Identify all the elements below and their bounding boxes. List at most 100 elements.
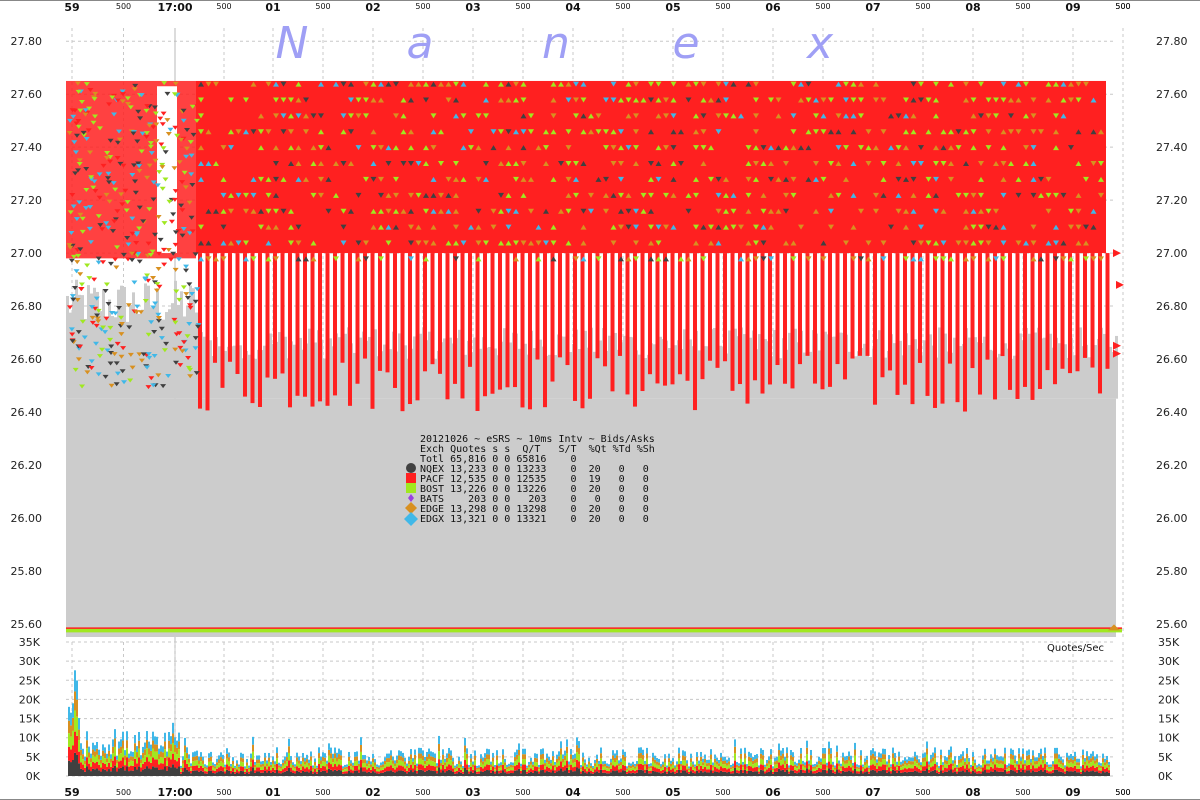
- volume-bar-segment: [336, 752, 338, 758]
- volume-bar-segment: [264, 757, 266, 762]
- volume-bar-segment: [528, 772, 530, 776]
- volume-bar-segment: [200, 752, 202, 757]
- volume-bar-segment: [544, 759, 546, 764]
- price-y-tick-right: 27.20: [1156, 194, 1188, 207]
- volume-bar-segment: [840, 763, 842, 767]
- quote-strip: [880, 253, 885, 378]
- volume-bar-segment: [342, 770, 344, 772]
- volume-bar-segment: [106, 753, 108, 759]
- volume-bar-segment: [300, 761, 302, 765]
- quote-strip: [708, 253, 712, 361]
- volume-bar-segment: [352, 765, 354, 768]
- volume-bar-segment: [920, 764, 922, 768]
- volume-bar-segment: [864, 768, 866, 773]
- volume-bar-segment: [882, 764, 884, 770]
- volume-bar-segment: [704, 758, 706, 763]
- volume-bar-segment: [504, 765, 506, 769]
- volume-bar-segment: [434, 766, 436, 772]
- volume-bar-segment: [200, 770, 202, 776]
- volume-bar-segment: [364, 755, 366, 760]
- volume-bar-segment: [146, 766, 148, 776]
- volume-bar-segment: [824, 748, 826, 754]
- price-y-tick-right: 25.60: [1156, 618, 1188, 631]
- volume-bar-segment: [796, 765, 798, 769]
- volume-bar-segment: [270, 764, 272, 768]
- volume-bar-segment: [858, 765, 860, 768]
- volume-bar-segment: [632, 761, 634, 765]
- volume-bar-segment: [104, 769, 106, 776]
- bid-fill-column: [126, 321, 129, 399]
- volume-bar-segment: [644, 769, 646, 773]
- volume-bar-segment: [716, 757, 718, 762]
- volume-bar-segment: [678, 764, 680, 770]
- volume-bar-segment: [732, 770, 734, 774]
- volume-bar-segment: [560, 768, 562, 776]
- volume-bar-segment: [1068, 771, 1070, 776]
- volume-bar-segment: [634, 773, 636, 776]
- volume-bar-segment: [272, 767, 274, 772]
- volume-bar-segment: [676, 761, 678, 765]
- volume-bar-segment: [972, 752, 974, 757]
- volume-bar-segment: [486, 770, 488, 776]
- volume-bar-segment: [718, 760, 720, 764]
- volume-bar-segment: [1100, 773, 1102, 776]
- volume-bar-segment: [450, 750, 452, 756]
- volume-bar-segment: [684, 770, 686, 776]
- volume-bar-segment: [124, 770, 126, 776]
- volume-bar-segment: [880, 762, 882, 767]
- volume-bar-segment: [240, 757, 242, 762]
- volume-bar-segment: [1034, 771, 1036, 776]
- volume-bar-segment: [380, 765, 382, 768]
- quote-marker: [95, 256, 102, 261]
- volume-bar-segment: [744, 753, 746, 759]
- volume-bar-segment: [790, 770, 792, 776]
- volume-bar-segment: [1080, 768, 1082, 771]
- quote-strip: [640, 253, 645, 392]
- volume-bar-segment: [292, 772, 294, 776]
- price-y-tick-left: 25.60: [11, 618, 43, 631]
- volume-bar-segment: [652, 757, 654, 762]
- volume-bar-segment: [956, 765, 958, 768]
- volume-bar-segment: [880, 771, 882, 776]
- volume-bar-segment: [264, 766, 266, 771]
- volume-bar-segment: [186, 753, 188, 759]
- bid-fill-column: [180, 291, 183, 399]
- volume-bar-segment: [772, 768, 774, 771]
- x-minor-label-top: 500: [915, 2, 930, 11]
- volume-bar-segment: [164, 732, 166, 742]
- volume-bar-segment: [568, 764, 570, 768]
- volume-bar-segment: [294, 768, 296, 772]
- volume-bar-segment: [548, 756, 550, 761]
- volume-bar-segment: [1062, 768, 1064, 773]
- volume-bar-segment: [354, 752, 356, 757]
- volume-bar-segment: [1100, 768, 1102, 771]
- volume-bar-segment: [512, 770, 514, 774]
- volume-bar-segment: [366, 772, 368, 776]
- x-minor-label-bottom: 500: [1015, 788, 1030, 797]
- bid-fill-column: [192, 288, 195, 399]
- volume-bar-segment: [96, 748, 98, 755]
- volume-bar-segment: [1030, 765, 1032, 769]
- volume-bar-segment: [778, 750, 780, 756]
- volume-bar-segment: [846, 755, 848, 760]
- x-hour-label-bottom: 04: [565, 786, 581, 799]
- volume-bar-segment: [70, 762, 72, 776]
- volume-bar-segment: [122, 731, 124, 741]
- volume-bar-segment: [576, 767, 578, 776]
- volume-bar-segment: [614, 753, 616, 758]
- volume-bar-segment: [614, 762, 616, 767]
- volume-bar-segment: [280, 764, 282, 767]
- volume-bar-segment: [754, 755, 756, 760]
- volume-bar-segment: [822, 753, 824, 759]
- volume-bar-segment: [528, 764, 530, 768]
- quote-strip: [340, 253, 345, 363]
- bid-fill-column: [132, 292, 135, 399]
- volume-bar-segment: [838, 766, 840, 770]
- volume-bar-segment: [982, 771, 984, 776]
- volume-bar-segment: [1030, 768, 1032, 773]
- volume-bar-segment: [688, 768, 690, 771]
- volume-bar-segment: [236, 760, 238, 764]
- volume-bar-segment: [74, 691, 76, 711]
- volume-bar-segment: [332, 771, 334, 776]
- volume-bar-segment: [976, 773, 978, 776]
